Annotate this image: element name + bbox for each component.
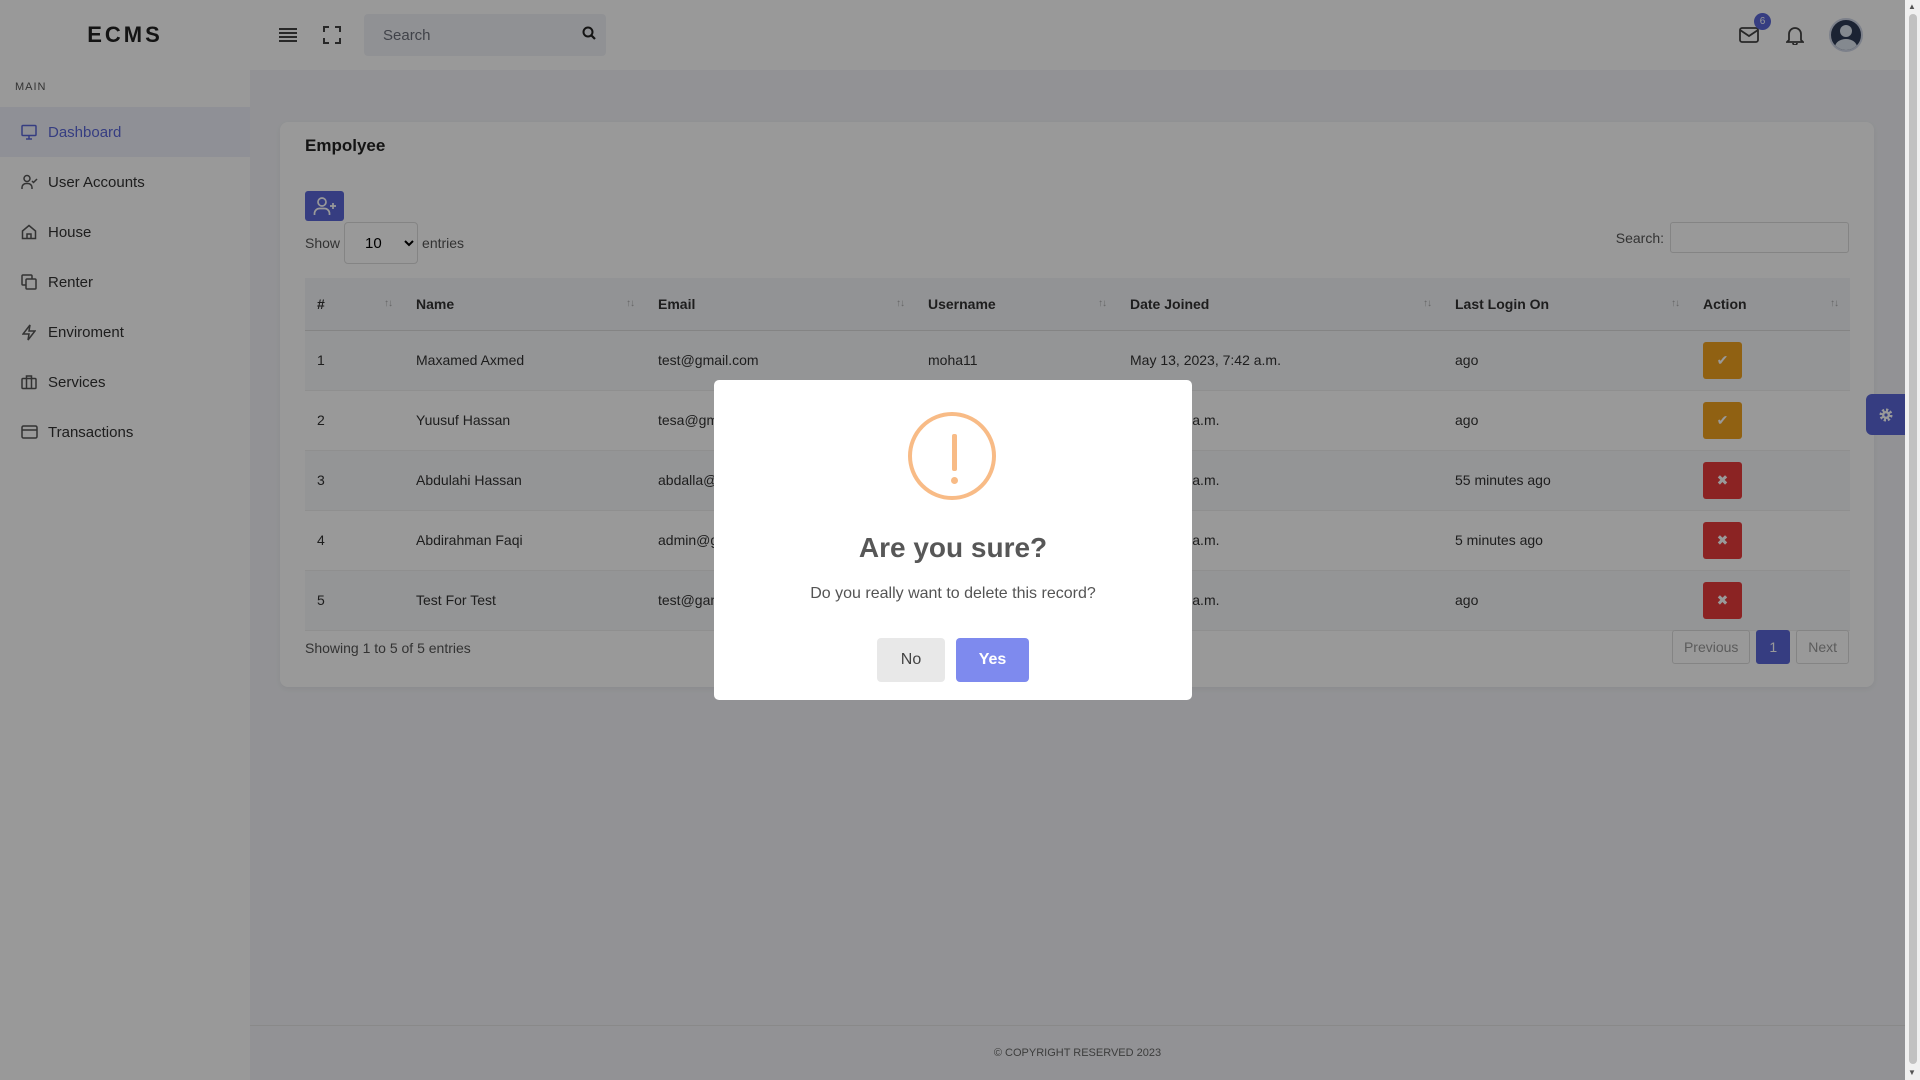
yes-button[interactable]: Yes [956, 638, 1029, 682]
scrollbar-thumb[interactable] [1909, 14, 1917, 1064]
no-button[interactable]: No [877, 638, 945, 682]
dialog-title: Are you sure? [858, 532, 1048, 563]
dialog-actions: No Yes [714, 638, 1192, 682]
scroll-down-icon[interactable]: ▼ [1908, 1068, 1916, 1077]
scroll-up-icon[interactable]: ▲ [1908, 2, 1916, 11]
page-scrollbar[interactable]: ▲ ▼ [1905, 0, 1920, 1080]
warning-icon [908, 412, 996, 500]
confirm-delete-dialog: Are you sure? Do you really want to dele… [714, 380, 1192, 700]
dialog-message: Do you really want to delete this record… [810, 585, 1096, 602]
